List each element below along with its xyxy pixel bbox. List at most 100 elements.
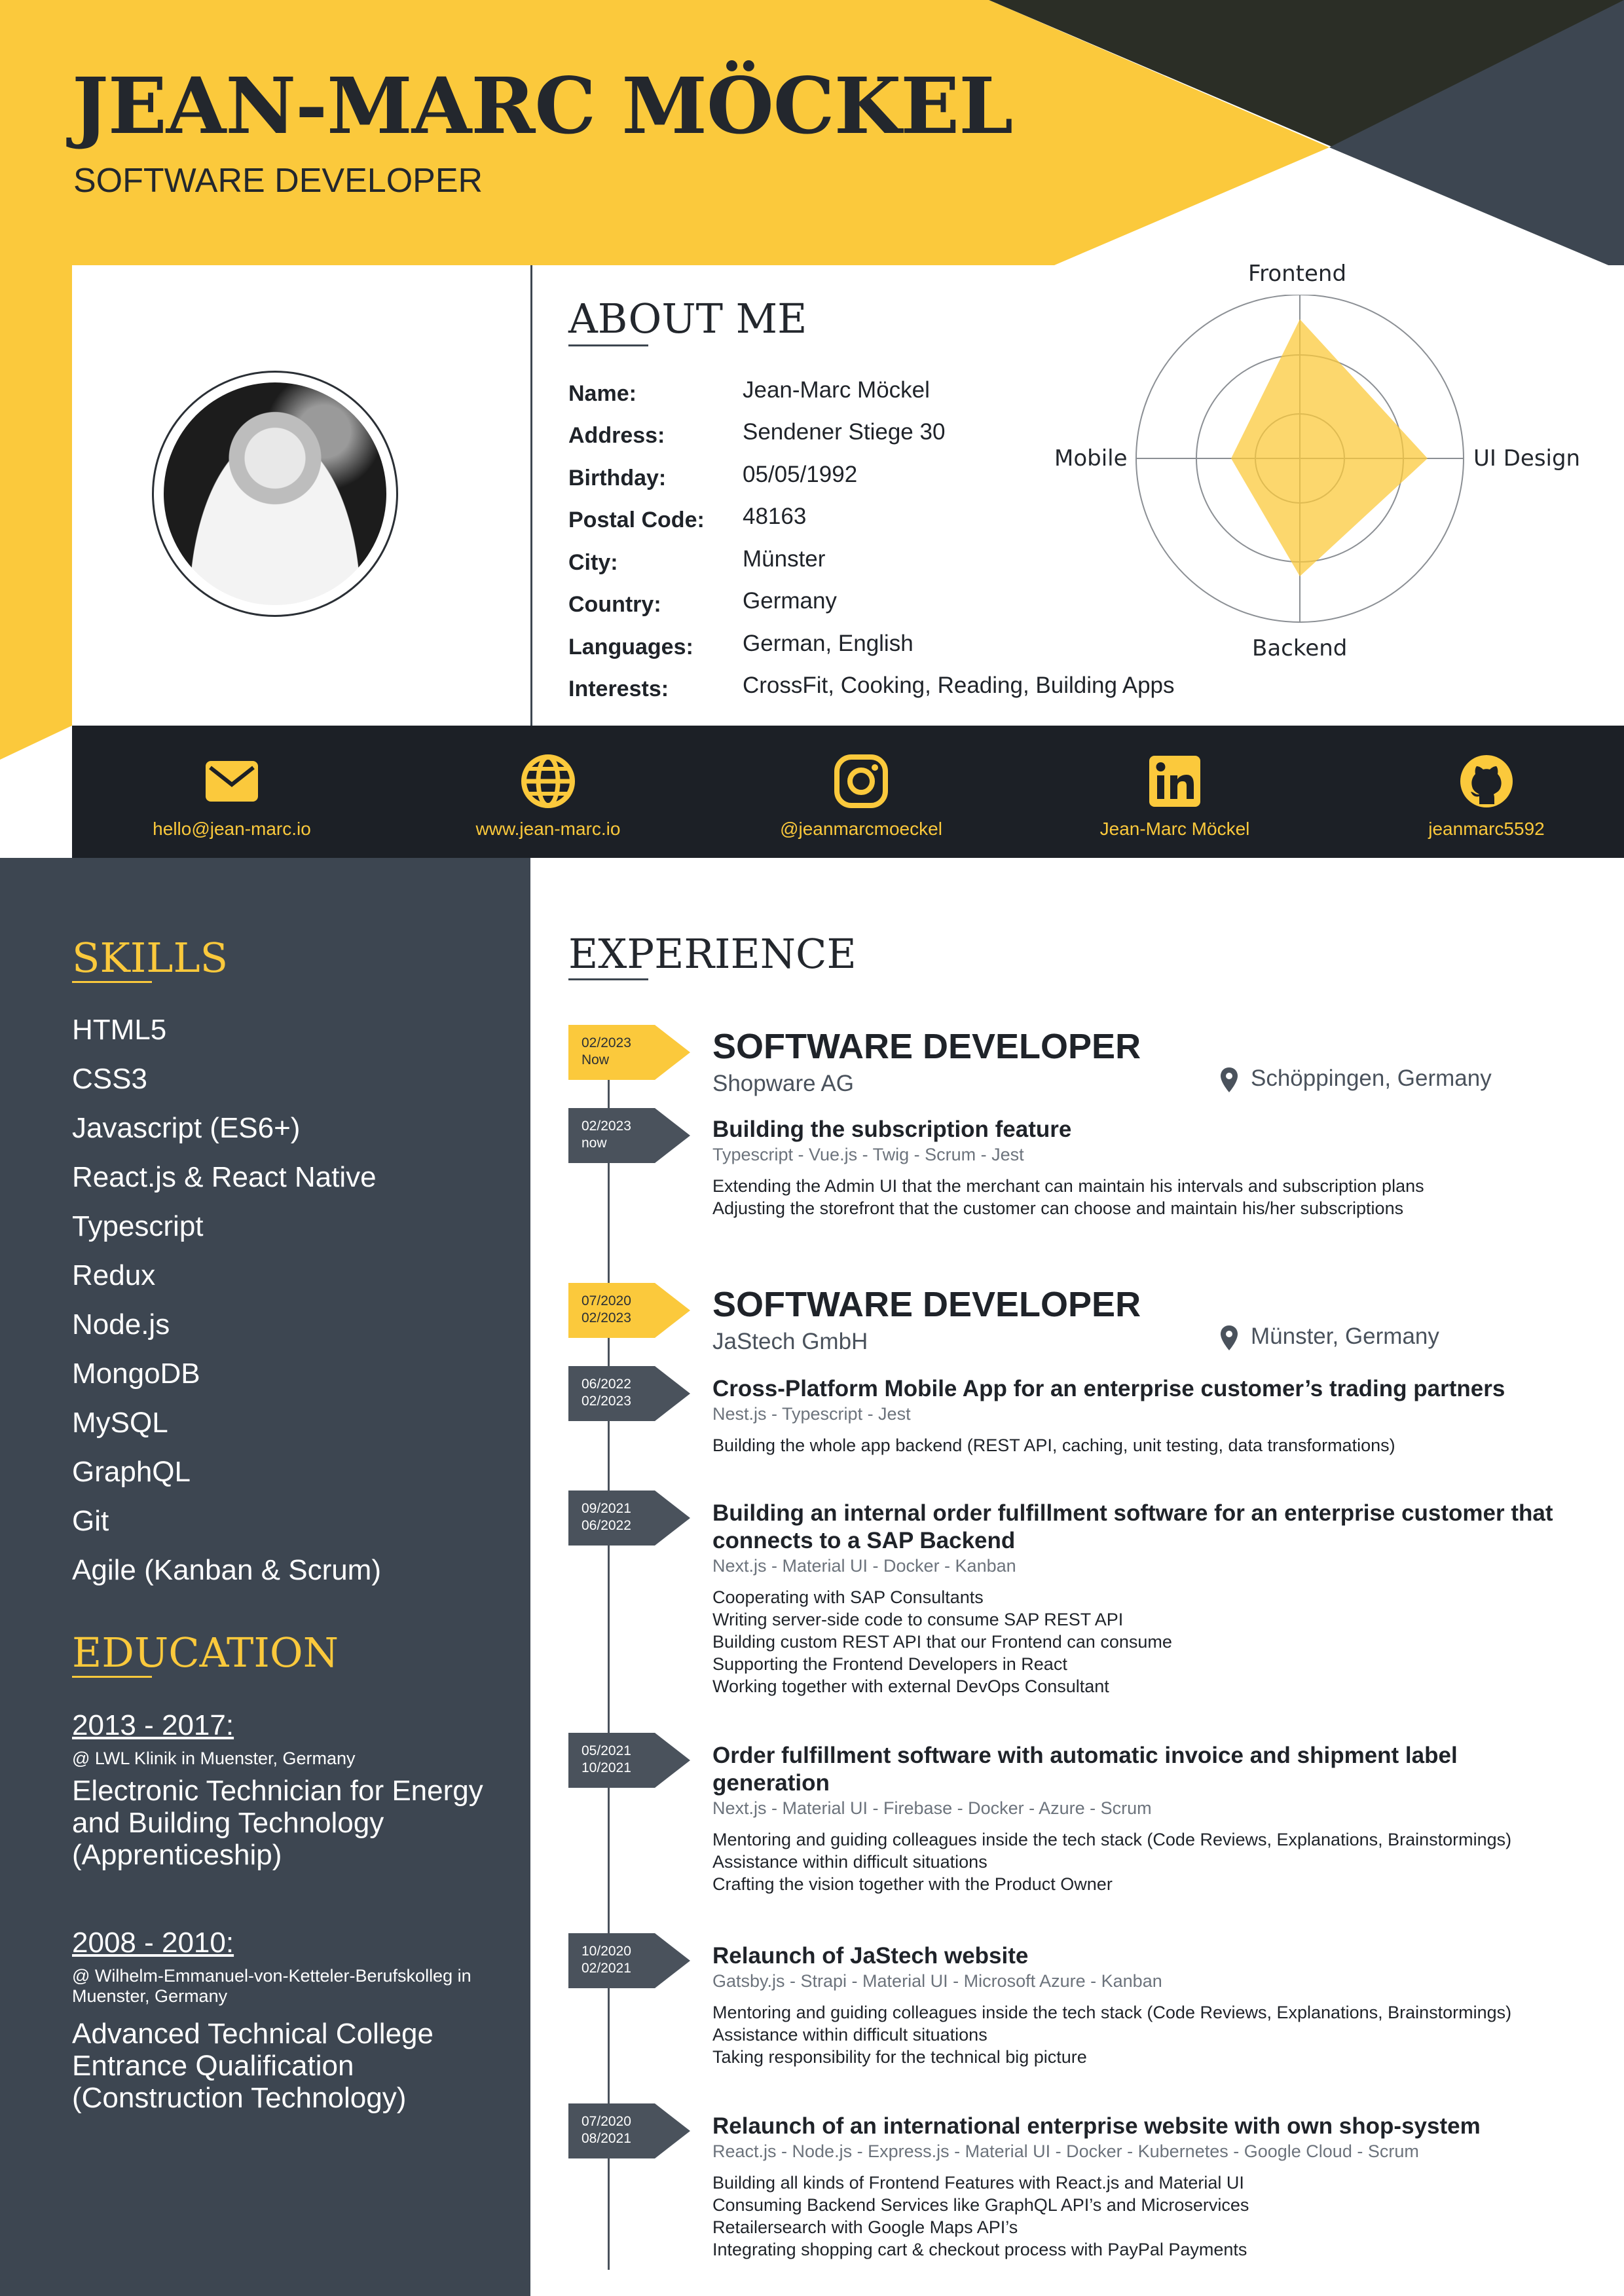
skill-item: CSS3 [72,1063,147,1095]
project-description-line: Integrating shopping cart & checkout pro… [712,2240,1247,2259]
project-description-line: Building custom REST API that our Fronte… [712,1632,1172,1652]
project-date-badge: 10/2020 02/2021 [568,1933,690,1988]
badge-date-end: Now [581,1052,610,1067]
project-date-badge: 02/2023 now [568,1108,690,1163]
skill-item: Javascript (ES6+) [72,1112,301,1144]
globe-icon [521,754,575,808]
project-title: Cross-Platform Mobile App for an enterpr… [712,1376,1505,1401]
badge-date-end: 10/2021 [581,1760,631,1775]
job-date-badge: 07/2020 02/2023 [568,1283,690,1338]
contact-github-text: jeanmarc5592 [1428,819,1545,839]
skill-item: Agile (Kanban & Scrum) [72,1554,381,1586]
badge-date-end: 02/2021 [581,1961,631,1976]
project-date-badge: 09/2021 06/2022 [568,1491,690,1546]
experience-title-underline [568,978,648,980]
contact-instagram[interactable]: @jeanmarcmoeckel [730,753,992,840]
contact-email-text: hello@jean-marc.io [153,819,311,839]
project-description-line: Writing server-side code to consume SAP … [712,1610,1124,1629]
contact-website-text: www.jean-marc.io [475,819,621,839]
education-years: 2008 - 2010: [72,1927,234,1959]
about-value: German, English [743,631,913,656]
project-tech: Typescript - Vue.js - Twig - Scrum - Jes… [712,1145,1024,1164]
contact-github[interactable]: jeanmarc5592 [1356,753,1617,840]
person-name: JEAN-MARC MÖCKEL [72,60,1013,151]
radar-label-mobile: Mobile [1054,445,1128,472]
project-description-line: Mentoring and guiding colleagues inside … [712,1830,1512,1849]
badge-date-start: 07/2020 [581,2114,631,2129]
person-role: SOFTWARE DEVELOPER [73,162,483,200]
about-label: Birthday: [568,466,667,491]
about-value: Sendener Stiege 30 [743,419,946,445]
badge-date-start: 02/2023 [581,1119,631,1134]
job-location: Münster, Germany [1251,1324,1439,1349]
contact-linkedin[interactable]: Jean-Marc Möckel [1044,753,1306,840]
skill-item: MongoDB [72,1358,200,1390]
about-value: Germany [743,588,837,614]
project-title: Relaunch of an international enterprise … [712,2113,1481,2139]
project-tech: Nest.js - Typescript - Jest [712,1404,911,1424]
about-label: Country: [568,592,661,617]
skills-title: SKILLS [72,934,229,982]
card-divider [530,265,532,726]
instagram-icon [834,754,888,808]
job-location: Schöppingen, Germany [1251,1065,1492,1091]
skill-item: HTML5 [72,1014,167,1046]
badge-date-start: 10/2020 [581,1944,631,1959]
project-description-line: Cooperating with SAP Consultants [712,1587,984,1607]
skill-item: MySQL [72,1407,168,1439]
radar-label-backend: Backend [1252,635,1348,661]
job-title: SOFTWARE DEVELOPER [712,1027,1141,1066]
education-title-underline [72,1676,152,1678]
project-title: Building the subscription feature [712,1117,1072,1142]
education-place: @ Wilhelm-Emmanuel-von-Ketteler-Berufsko… [72,1966,471,2006]
project-description-line: Extending the Admin UI that the merchant… [712,1176,1424,1196]
project-description-line: Building the whole app backend (REST API… [712,1435,1395,1455]
job-date-badge: 02/2023 Now [568,1025,690,1080]
badge-date-end: 02/2023 [581,1310,631,1325]
project-title: Order fulfillment software with automati… [712,1743,1458,1796]
project-description-line: Adjusting the storefront that the custom… [712,1198,1404,1218]
skill-item: Redux [72,1259,156,1291]
project-tech: Next.js - Material UI - Firebase - Docke… [712,1798,1152,1818]
contact-email[interactable]: hello@jean-marc.io [101,753,363,840]
about-title: ABOUT ME [568,295,807,343]
skill-item: Node.js [72,1308,170,1341]
badge-date-start: 02/2023 [581,1035,631,1050]
about-label: Interests: [568,676,669,701]
linkedin-icon [1149,756,1200,807]
project-description-line: Building all kinds of Frontend Features … [712,2173,1244,2193]
about-label: Postal Code: [568,508,705,532]
badge-date-end: 06/2022 [581,1518,631,1533]
badge-date-start: 09/2021 [581,1501,631,1516]
radar-label-ui-design: UI Design [1473,445,1581,472]
skill-item: Git [72,1505,109,1537]
project-date-badge: 06/2022 02/2023 [568,1366,690,1421]
project-description-line: Crafting the vision together with the Pr… [712,1874,1113,1894]
location-pin-icon [1219,1325,1239,1351]
badge-date-start: 07/2020 [581,1293,631,1308]
badge-date-start: 05/2021 [581,1743,631,1758]
project-description-line: Assistance within difficult situations [712,2025,987,2045]
about-label: City: [568,550,618,575]
project-description-line: Consuming Backend Services like GraphQL … [712,2195,1249,2215]
badge-date-end: 08/2021 [581,2131,631,2146]
about-title-underline [568,344,648,346]
education-degree: Advanced Technical College Entrance Qual… [72,2018,434,2114]
mail-icon [206,761,258,802]
job-title: SOFTWARE DEVELOPER [712,1285,1141,1324]
education-years: 2013 - 2017: [72,1709,234,1741]
project-tech: Gatsby.js - Strapi - Material UI - Micro… [712,1971,1162,1991]
education-place: @ LWL Klinik in Muenster, Germany [72,1749,356,1768]
about-label: Languages: [568,635,693,659]
project-description-line: Taking responsibility for the technical … [712,2047,1087,2067]
project-description-line: Mentoring and guiding colleagues inside … [712,2003,1512,2022]
about-value: 48163 [743,504,807,529]
project-description-line: Working together with external DevOps Co… [712,1676,1109,1696]
skill-item: React.js & React Native [72,1161,377,1193]
contact-website[interactable]: www.jean-marc.io [417,753,679,840]
job-company: JaStech GmbH [712,1329,868,1354]
contact-linkedin-text: Jean-Marc Möckel [1099,819,1250,839]
project-title: Relaunch of JaStech website [712,1943,1029,1969]
github-icon [1460,755,1513,807]
radar-area [1231,319,1428,576]
